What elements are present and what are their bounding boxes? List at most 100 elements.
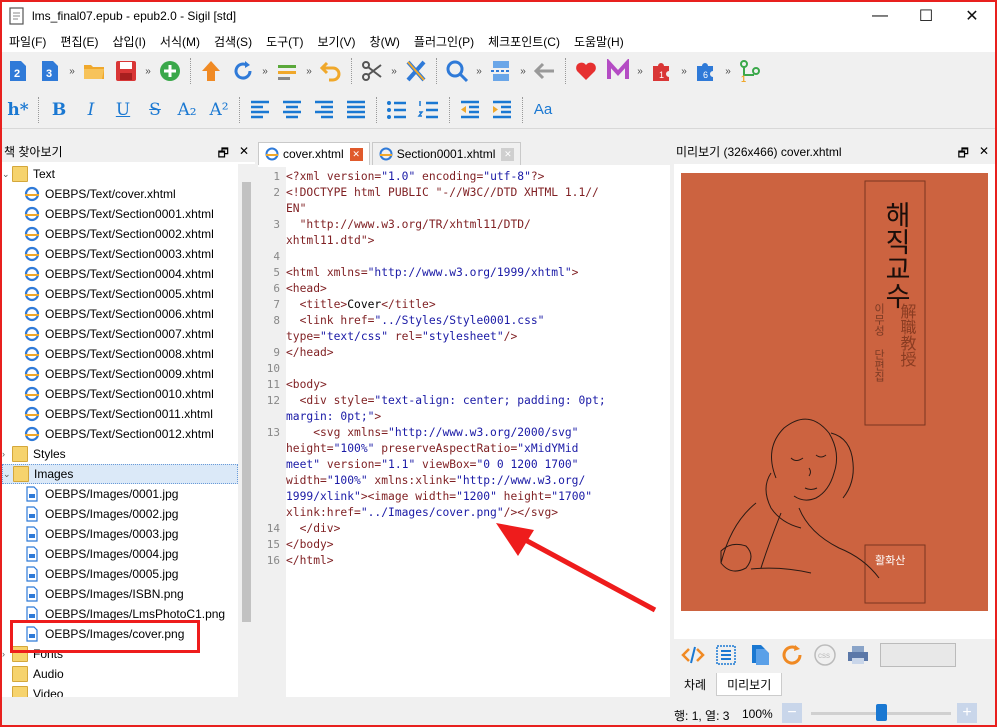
align-right-button[interactable] <box>309 95 339 125</box>
toolbar-overflow[interactable]: » <box>388 66 400 77</box>
upload-button[interactable] <box>196 56 226 86</box>
tree-file[interactable]: OEBPS/Images/0001.jpg <box>2 484 238 504</box>
indent-button[interactable] <box>487 95 517 125</box>
tree-file[interactable]: OEBPS/Text/Section0011.xhtml <box>2 404 238 424</box>
tree-file[interactable]: OEBPS/Text/Section0012.xhtml <box>2 424 238 444</box>
toolbar-overflow[interactable]: » <box>634 66 646 77</box>
tree-file[interactable]: OEBPS/Text/Section0007.xhtml <box>2 324 238 344</box>
strikethrough-button[interactable]: S <box>140 95 170 125</box>
expander-chevron-icon[interactable]: › <box>2 449 5 459</box>
subscript-button[interactable]: A₂ <box>172 95 202 125</box>
plugin-m-button[interactable] <box>603 56 633 86</box>
tree-file[interactable]: OEBPS/Text/Section0008.xhtml <box>2 344 238 364</box>
toolbar-overflow[interactable]: » <box>142 66 154 77</box>
align-left-button[interactable] <box>245 95 275 125</box>
align-center-button[interactable] <box>277 95 307 125</box>
open-button[interactable] <box>79 56 109 86</box>
save-button[interactable] <box>111 56 141 86</box>
zoom-in-button[interactable]: + <box>957 703 977 723</box>
tree-file[interactable]: OEBPS/Text/Section0003.xhtml <box>2 244 238 264</box>
float-panel-button[interactable]: 🗗 <box>218 144 229 165</box>
tree-file[interactable]: OEBPS/Text/Section0005.xhtml <box>2 284 238 304</box>
close-window-button[interactable]: ✕ <box>949 2 995 30</box>
add-file-button[interactable] <box>155 56 185 86</box>
tab-section0001-xhtml[interactable]: Section0001.xhtml ✕ <box>371 142 522 165</box>
tree-file[interactable]: OEBPS/Text/Section0010.xhtml <box>2 384 238 404</box>
close-panel-button[interactable]: ✕ <box>979 144 989 165</box>
toggle-css-button[interactable]: css <box>808 641 841 669</box>
tree-folder[interactable]: Audio <box>2 664 238 684</box>
bullet-list-button[interactable] <box>382 95 412 125</box>
zoom-slider-thumb[interactable] <box>876 704 887 721</box>
superscript-button[interactable]: A² <box>204 95 234 125</box>
plugin-6-button[interactable]: 6 <box>691 56 721 86</box>
expander-chevron-icon[interactable]: › <box>2 649 5 659</box>
underline-button[interactable]: U <box>108 95 138 125</box>
tree-folder[interactable]: Video <box>2 684 238 697</box>
menu-search[interactable]: 검색(S) <box>207 33 259 50</box>
tree-file[interactable]: OEBPS/Text/Section0001.xhtml <box>2 204 238 224</box>
tree-file[interactable]: OEBPS/Text/Section0002.xhtml <box>2 224 238 244</box>
float-panel-button[interactable]: 🗗 <box>958 144 969 165</box>
numbered-list-button[interactable] <box>414 95 444 125</box>
undo-button[interactable] <box>316 56 346 86</box>
toolbar-overflow[interactable]: » <box>259 66 271 77</box>
menu-checkpoints[interactable]: 체크포인트(C) <box>481 33 567 50</box>
tree-file[interactable]: OEBPS/Text/Section0006.xhtml <box>2 304 238 324</box>
italic-button[interactable]: I <box>76 95 106 125</box>
tree-file[interactable]: OEBPS/Text/Section0004.xhtml <box>2 264 238 284</box>
menu-view[interactable]: 보기(V) <box>310 33 362 50</box>
minimize-button[interactable]: — <box>857 2 903 30</box>
tab-cover-xhtml[interactable]: cover.xhtml ✕ <box>258 142 370 165</box>
tree-folder[interactable]: ⌄ Images <box>2 464 238 484</box>
close-panel-button[interactable]: ✕ <box>239 144 249 165</box>
tree-folder[interactable]: › Styles <box>2 444 238 464</box>
tab-preview[interactable]: 미리보기 <box>716 673 783 696</box>
meta-editor-button[interactable] <box>272 56 302 86</box>
tree-file[interactable]: OEBPS/Images/0002.jpg <box>2 504 238 524</box>
cut-button[interactable] <box>357 56 387 86</box>
menu-tools[interactable]: 도구(T) <box>259 33 310 50</box>
plugin-tree-button[interactable]: 1 <box>735 56 765 86</box>
bold-button[interactable]: B <box>44 95 74 125</box>
heading-button[interactable]: h* <box>3 95 33 125</box>
menu-help[interactable]: 도움말(H) <box>567 33 631 50</box>
select-all-button[interactable] <box>709 641 742 669</box>
tree-file[interactable]: OEBPS/Text/Section0009.xhtml <box>2 364 238 384</box>
menu-plugins[interactable]: 플러그인(P) <box>407 33 481 50</box>
reload-preview-button[interactable] <box>775 641 808 669</box>
tree-scrollbar-thumb[interactable] <box>242 182 251 622</box>
menu-window[interactable]: 창(W) <box>363 33 407 50</box>
close-tab-button[interactable]: ✕ <box>349 147 363 161</box>
back-button[interactable] <box>530 56 560 86</box>
text-case-button[interactable]: Aa <box>528 95 558 125</box>
tree-file[interactable]: OEBPS/Images/0004.jpg <box>2 544 238 564</box>
tree-folder[interactable]: ⌄ Text <box>2 164 238 184</box>
spellcheck-button[interactable] <box>401 56 431 86</box>
tab-toc[interactable]: 차례 <box>674 673 716 696</box>
toolbar-overflow[interactable]: » <box>517 66 529 77</box>
inspect-button[interactable] <box>676 641 709 669</box>
donate-button[interactable] <box>571 56 601 86</box>
close-tab-button[interactable]: ✕ <box>501 147 515 161</box>
menu-format[interactable]: 서식(M) <box>153 33 207 50</box>
toolbar-overflow[interactable]: » <box>303 66 315 77</box>
copy-button[interactable] <box>742 641 775 669</box>
expander-chevron-icon[interactable]: ⌄ <box>2 169 10 180</box>
maximize-button[interactable]: ☐ <box>903 2 949 30</box>
preview-render-area[interactable]: 해직교수 解職教授 이무성 단편집 활화산 <box>674 164 995 639</box>
align-justify-button[interactable] <box>341 95 371 125</box>
menu-edit[interactable]: 편집(E) <box>53 33 105 50</box>
tree-file[interactable]: OEBPS/Images/0005.jpg <box>2 564 238 584</box>
plugin-1-button[interactable]: 1 <box>647 56 677 86</box>
outdent-button[interactable] <box>455 95 485 125</box>
refresh-button[interactable] <box>228 56 258 86</box>
toolbar-overflow[interactable]: » <box>66 66 78 77</box>
tree-file[interactable]: OEBPS/Text/cover.xhtml <box>2 184 238 204</box>
tree-file[interactable]: OEBPS/Images/ISBN.png <box>2 584 238 604</box>
tree-scrollbar[interactable] <box>238 164 255 697</box>
new-epub2-button[interactable]: 2 <box>3 56 33 86</box>
menu-insert[interactable]: 삽입(I) <box>105 33 152 50</box>
tree-file[interactable]: OEBPS/Images/0003.jpg <box>2 524 238 544</box>
find-button[interactable] <box>442 56 472 86</box>
